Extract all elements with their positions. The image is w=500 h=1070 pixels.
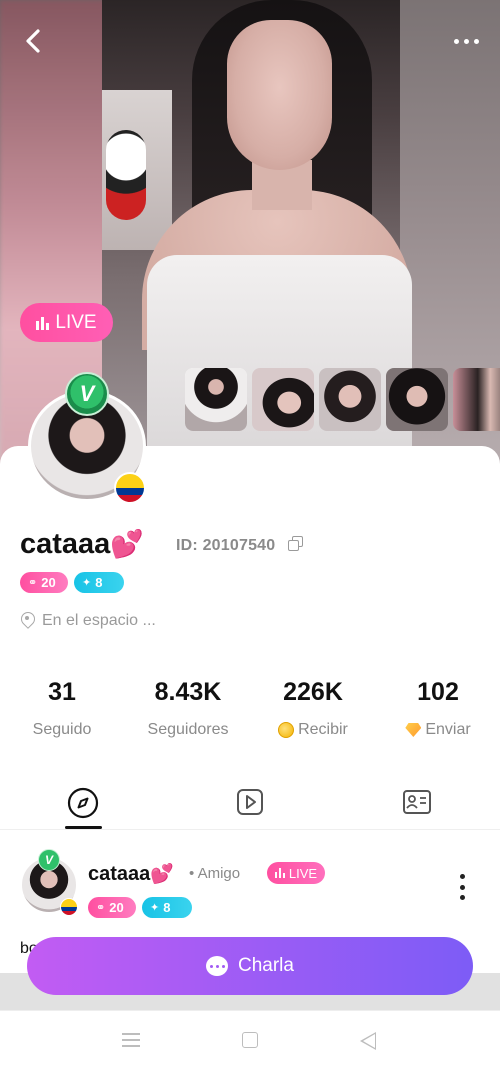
chat-button[interactable]: Charla: [27, 937, 473, 995]
stat-followers[interactable]: 8.43K Seguidores: [123, 678, 253, 739]
photo-thumbnail[interactable]: [252, 368, 314, 431]
profile-name: cataaa💕: [20, 528, 144, 560]
system-navigation-bar: [0, 1010, 500, 1070]
profile-tabs: [0, 782, 500, 830]
location: En el espacio ...: [20, 612, 156, 630]
tab-explore[interactable]: [63, 782, 103, 828]
home-button[interactable]: [242, 1032, 258, 1048]
stat-following[interactable]: 31 Seguido: [0, 678, 127, 739]
play-icon: [237, 789, 263, 815]
chat-bubble-icon: [206, 956, 228, 976]
colombia-flag-icon: [114, 472, 146, 504]
charm-level-badge: ✦ 8: [74, 572, 124, 593]
copy-id-icon[interactable]: [288, 536, 304, 552]
location-text: En el espacio ...: [42, 612, 156, 629]
stat-value: 8.43K: [154, 678, 222, 706]
post-live-badge[interactable]: LIVE: [267, 862, 325, 884]
active-tab-indicator: [65, 826, 102, 829]
stat-received[interactable]: 226K Recibir: [248, 678, 378, 739]
more-vertical-icon: [459, 874, 465, 879]
hearts-emoji: 💕: [150, 864, 174, 885]
stat-value: 102: [417, 678, 459, 706]
photo-thumbnail[interactable]: [453, 368, 500, 431]
verified-badge-icon: V: [65, 372, 109, 416]
live-label: LIVE: [55, 311, 97, 333]
stat-label: Recibir: [298, 721, 348, 738]
tab-videos[interactable]: [230, 782, 270, 828]
user-id: ID: 20107540: [176, 537, 276, 554]
compass-icon: [67, 787, 99, 819]
live-bars-icon: [274, 868, 285, 878]
tab-profile-card[interactable]: [397, 782, 437, 828]
gem-icon: [405, 723, 422, 737]
profile-stats: 31 Seguido 8.43K Seguidores 226K Recibir…: [0, 678, 500, 748]
chat-button-label: Charla: [238, 955, 294, 976]
more-horizontal-icon: [453, 38, 459, 44]
stat-sent[interactable]: 102 Enviar: [373, 678, 500, 739]
link-icon: ⚭: [28, 577, 38, 589]
coin-icon: [278, 722, 295, 738]
live-badge[interactable]: LIVE: [20, 303, 113, 342]
location-pin-icon: [20, 612, 34, 630]
profile-avatar-group[interactable]: V: [28, 372, 146, 504]
system-back-button[interactable]: [360, 1032, 376, 1050]
photo-thumbnail[interactable]: [319, 368, 381, 431]
live-bars-icon: [36, 316, 50, 330]
chevron-left-icon: [26, 29, 40, 53]
stat-label: Seguidores: [147, 721, 229, 738]
stat-value: 226K: [283, 678, 343, 706]
wealth-level-badge: ⚭ 20: [88, 897, 136, 918]
post-author-name[interactable]: cataaa💕: [88, 862, 174, 886]
friend-label: • Amigo: [189, 865, 241, 882]
photo-thumbnails: [185, 368, 500, 431]
id-card-icon: [403, 790, 431, 814]
colombia-flag-icon: [60, 898, 78, 916]
post-more-button[interactable]: [457, 874, 467, 900]
charm-level-badge: ✦ 8: [142, 897, 192, 918]
more-options-button[interactable]: [448, 26, 484, 56]
plush-toy: [106, 130, 146, 220]
link-icon: ⚭: [96, 902, 106, 914]
verified-badge-icon: V: [38, 849, 60, 871]
stat-label: Enviar: [425, 721, 471, 738]
stat-value: 31: [48, 678, 76, 706]
photo-thumbnail[interactable]: [185, 368, 247, 431]
wealth-level-badge: ⚭ 20: [20, 572, 68, 593]
post-level-badges: ⚭ 20 ✦ 8: [88, 897, 192, 918]
recent-apps-button[interactable]: [122, 1033, 140, 1047]
level-badges: ⚭ 20 ✦ 8: [20, 572, 124, 593]
stat-label: Seguido: [32, 721, 92, 738]
sprout-icon: ✦: [150, 902, 160, 914]
back-button[interactable]: [20, 26, 46, 56]
hearts-emoji: 💕: [110, 529, 144, 559]
sprout-icon: ✦: [82, 577, 92, 589]
photo-thumbnail[interactable]: [386, 368, 448, 431]
